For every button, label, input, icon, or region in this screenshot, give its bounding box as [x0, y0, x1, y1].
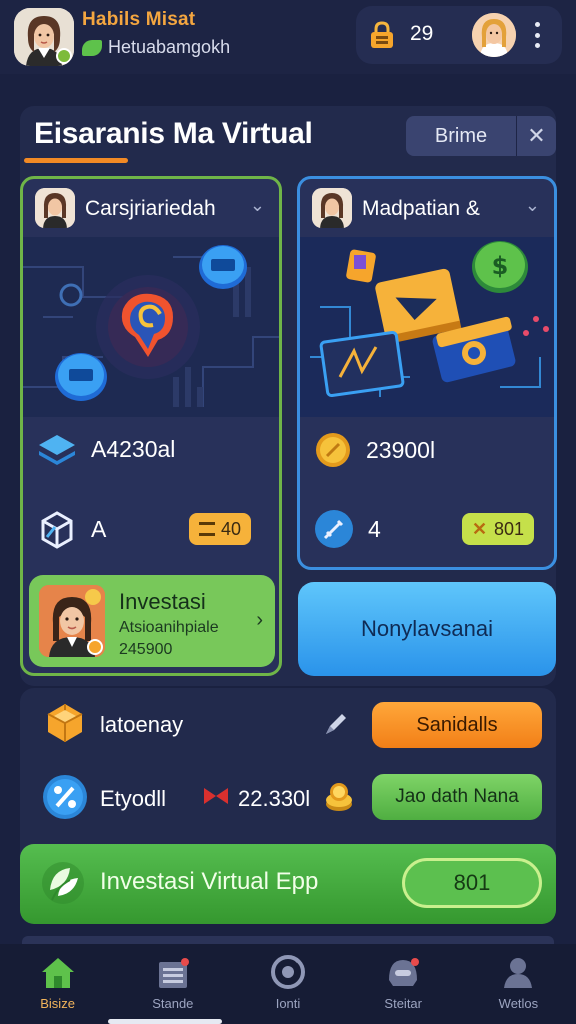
nav-label: Wetlos — [498, 996, 539, 1011]
stat-row-level: A — [37, 509, 106, 549]
invest-title: Investasi — [119, 589, 206, 614]
helmet-icon — [389, 958, 420, 986]
cross-icon: ✕ — [472, 519, 488, 539]
gem-icon — [47, 704, 83, 742]
chevron-right-icon[interactable]: › — [256, 609, 263, 632]
nav-label: Steitar — [384, 996, 422, 1011]
filter-pill: Brime ✕ — [406, 116, 556, 156]
kebab-menu-icon[interactable] — [532, 22, 542, 48]
stack-icon — [39, 435, 75, 465]
nav-item-home[interactable]: Bisize — [0, 944, 115, 1024]
card-title: Madpatian & — [362, 197, 480, 220]
row2-value: 22.330l — [238, 786, 311, 811]
card-title: Carsjriariedah — [85, 197, 216, 220]
card-header: Carsjriariedah ⌄ — [23, 179, 279, 237]
stat-row-value: 23900l — [314, 431, 435, 469]
stat-value: 23900l — [366, 436, 436, 463]
online-badge — [56, 48, 72, 64]
home-indicator — [108, 1019, 222, 1024]
invest-subtitle: Atsioanihpiale — [119, 619, 219, 636]
banner-text: Investasi Virtual Epp — [100, 868, 319, 895]
card-artwork: $ — [300, 237, 554, 417]
list-icon — [199, 522, 215, 536]
profile-icon — [504, 958, 533, 988]
nav-item-store[interactable]: Stande — [115, 944, 230, 1024]
cube-icon — [41, 511, 73, 549]
leaf-sprout-icon — [42, 862, 84, 904]
nav-label: Ionti — [275, 996, 301, 1011]
sword-icon — [315, 510, 353, 548]
svg-text:$: $ — [492, 252, 509, 280]
game-card-right[interactable]: Madpatian & ⌄ $ 23900l 4 ✕ 801 — [297, 176, 557, 570]
invest-number: 245900 — [119, 641, 173, 658]
target-icon — [271, 955, 305, 989]
resource-pill-value: 40 — [221, 518, 242, 539]
user-subtitle: Hetuabamgokh — [82, 37, 230, 58]
resource-pill[interactable]: ✕ 801 — [462, 513, 535, 545]
top-bar: Habils Misat Hetuabamgokh 29 — [0, 0, 576, 74]
orange-action-button[interactable]: Sanidalls — [372, 702, 542, 748]
level-value: A — [91, 515, 107, 542]
stat-row-value: A4230al — [37, 431, 175, 467]
home-icon — [41, 958, 74, 988]
nav-label: Stande — [152, 996, 194, 1011]
primary-action-button[interactable]: Nonylavsanai — [298, 582, 556, 676]
bowtie-icon — [204, 788, 228, 804]
lock-icon[interactable] — [370, 21, 394, 49]
close-icon[interactable]: ✕ — [516, 116, 556, 156]
coin-stack-icon — [326, 783, 352, 811]
pencil-icon[interactable] — [322, 710, 350, 738]
green-action-button[interactable]: Jao dath Nana — [372, 774, 542, 820]
leaf-icon — [82, 39, 102, 56]
user-avatar[interactable] — [14, 8, 74, 66]
resource-pill[interactable]: 40 — [189, 513, 252, 545]
row2-label: Etyodll — [100, 786, 167, 811]
title-underline — [24, 158, 128, 163]
chevron-down-icon[interactable]: ⌄ — [250, 195, 265, 216]
card-avatar — [35, 188, 75, 228]
level-value: 4 — [368, 515, 381, 542]
store-icon — [158, 958, 189, 988]
card-artwork — [23, 237, 279, 417]
invest-card[interactable]: Investasi Atsioanihpiale 245900 › — [29, 575, 275, 667]
nav-item-target[interactable]: Ionti — [230, 944, 345, 1024]
nav-item-helmet[interactable]: Steitar — [346, 944, 461, 1024]
bottom-nav: Bisize Stande Ionti Steitar Wetlos — [0, 944, 576, 1024]
row1-label: latoenay — [100, 712, 184, 737]
page-title: Eisaranis Ma Virtual — [34, 117, 313, 150]
card-header: Madpatian & ⌄ — [300, 179, 554, 237]
invest-avatar — [39, 585, 105, 657]
stat-value: A4230al — [91, 435, 176, 462]
secondary-avatar[interactable] — [472, 13, 516, 57]
nav-label: Bisize — [40, 996, 75, 1011]
top-status-group: 29 — [356, 6, 562, 64]
user-name: Habils Misat — [82, 9, 196, 30]
card-avatar — [312, 188, 352, 228]
coin-count: 29 — [410, 22, 434, 45]
chevron-down-icon[interactable]: ⌄ — [525, 195, 540, 216]
stat-row-level: 4 — [314, 509, 381, 549]
banner-pill-button[interactable]: 801 — [402, 858, 542, 908]
game-card-left[interactable]: Carsjriariedah ⌄ A4230al A 40 Investasi … — [20, 176, 282, 676]
percent-icon — [43, 775, 87, 819]
filter-button[interactable]: Brime — [406, 116, 516, 156]
user-subtitle-text: Hetuabamgokh — [108, 37, 231, 57]
resource-pill-value: 801 — [494, 518, 525, 539]
coin-icon — [316, 433, 350, 467]
nav-item-profile[interactable]: Wetlos — [461, 944, 576, 1024]
